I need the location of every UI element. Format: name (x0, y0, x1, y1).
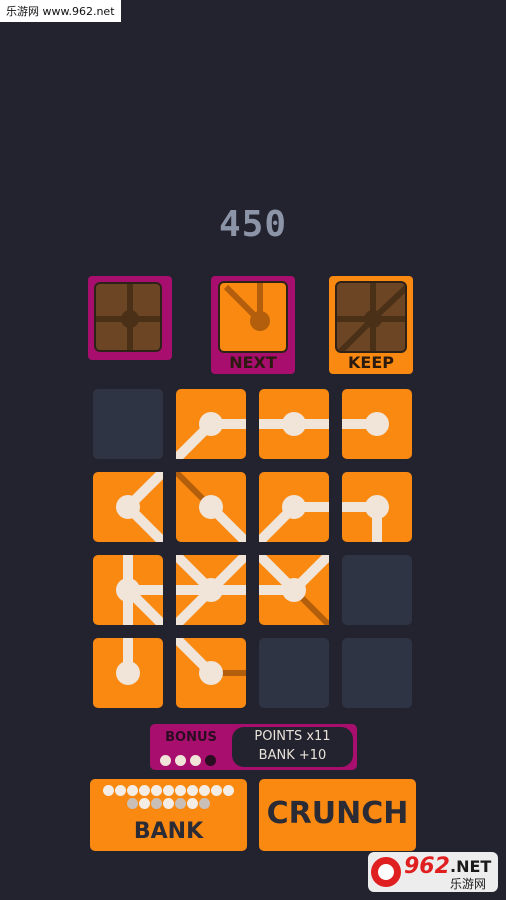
bank-dot (163, 798, 174, 809)
board-tile[interactable] (176, 389, 246, 459)
pipe-icon (176, 638, 246, 685)
pipe-icon (176, 555, 246, 625)
bank-bonus: BANK +10 (258, 748, 327, 763)
bank-dot (199, 798, 210, 809)
board-tile[interactable] (259, 555, 329, 625)
board-tile[interactable] (259, 472, 329, 542)
bank-dot (187, 798, 198, 809)
site-logo-suffix: .NET (450, 857, 492, 876)
pipe-icon (259, 555, 329, 625)
bank-dot (127, 798, 138, 809)
bank-dot (151, 798, 162, 809)
pipe-star-icon (337, 283, 405, 351)
site-logo: 962 .NET 乐游网 (366, 848, 500, 894)
bonus-dot (190, 755, 201, 766)
board-tile[interactable] (259, 389, 329, 459)
board-tile[interactable] (93, 555, 163, 625)
board-tile[interactable] (176, 555, 246, 625)
score-display: 450 (218, 204, 288, 245)
pipe-icon (176, 412, 246, 459)
keep-piece-slot[interactable]: KEEP (329, 276, 413, 374)
next-label: NEXT (229, 353, 277, 372)
pipe-icon (342, 495, 389, 542)
keep-label: KEEP (348, 353, 394, 372)
board-tile[interactable] (342, 389, 412, 459)
board-tile[interactable] (93, 638, 163, 708)
empty-slot[interactable] (342, 638, 412, 708)
crunch-button-label: CRUNCH (266, 796, 409, 831)
pipe-icon (342, 412, 389, 436)
empty-slot[interactable] (342, 555, 412, 625)
pipe-icon (176, 472, 246, 542)
pipe-icon (116, 472, 163, 542)
bank-dot (139, 798, 150, 809)
board-tile[interactable] (176, 638, 246, 708)
board-tile[interactable] (93, 472, 163, 542)
bank-dot (175, 798, 186, 809)
bonus-label: BONUS (165, 730, 217, 745)
board-tile[interactable] (176, 472, 246, 542)
bonus-dot (205, 755, 216, 766)
empty-slot[interactable] (93, 389, 163, 459)
bonus-info: POINTS x11 BANK +10 (232, 727, 353, 767)
pipe-icon (116, 638, 140, 685)
bonus-dot (160, 755, 171, 766)
pipe-corner-icon (223, 283, 270, 331)
pipe-icon (259, 495, 329, 542)
pipe-cross-icon (96, 284, 160, 350)
bonus-dot (175, 755, 186, 766)
next-piece-tile (218, 281, 288, 353)
points-multiplier: POINTS x11 (254, 729, 331, 744)
site-logo-sub: 乐游网 (450, 877, 487, 891)
site-logo-number: 962 (404, 854, 450, 879)
bonus-dots (160, 751, 220, 770)
keep-piece-tile (335, 281, 407, 353)
next-piece-slot: NEXT (211, 276, 295, 374)
board-tile[interactable] (342, 472, 412, 542)
bonus-panel: BONUS POINTS x11 BANK +10 (150, 724, 357, 770)
bank-dots-row2 (90, 794, 247, 813)
bank-button[interactable]: BANK (90, 779, 247, 851)
bank-button-label: BANK (133, 819, 204, 844)
watermark: 乐游网 www.962.net (0, 0, 121, 22)
previous-piece-slot (88, 276, 172, 360)
pipe-icon (259, 412, 329, 436)
pipe-icon (116, 555, 163, 625)
empty-slot[interactable] (259, 638, 329, 708)
previous-piece-tile (94, 282, 162, 352)
crunch-button[interactable]: CRUNCH (259, 779, 416, 851)
